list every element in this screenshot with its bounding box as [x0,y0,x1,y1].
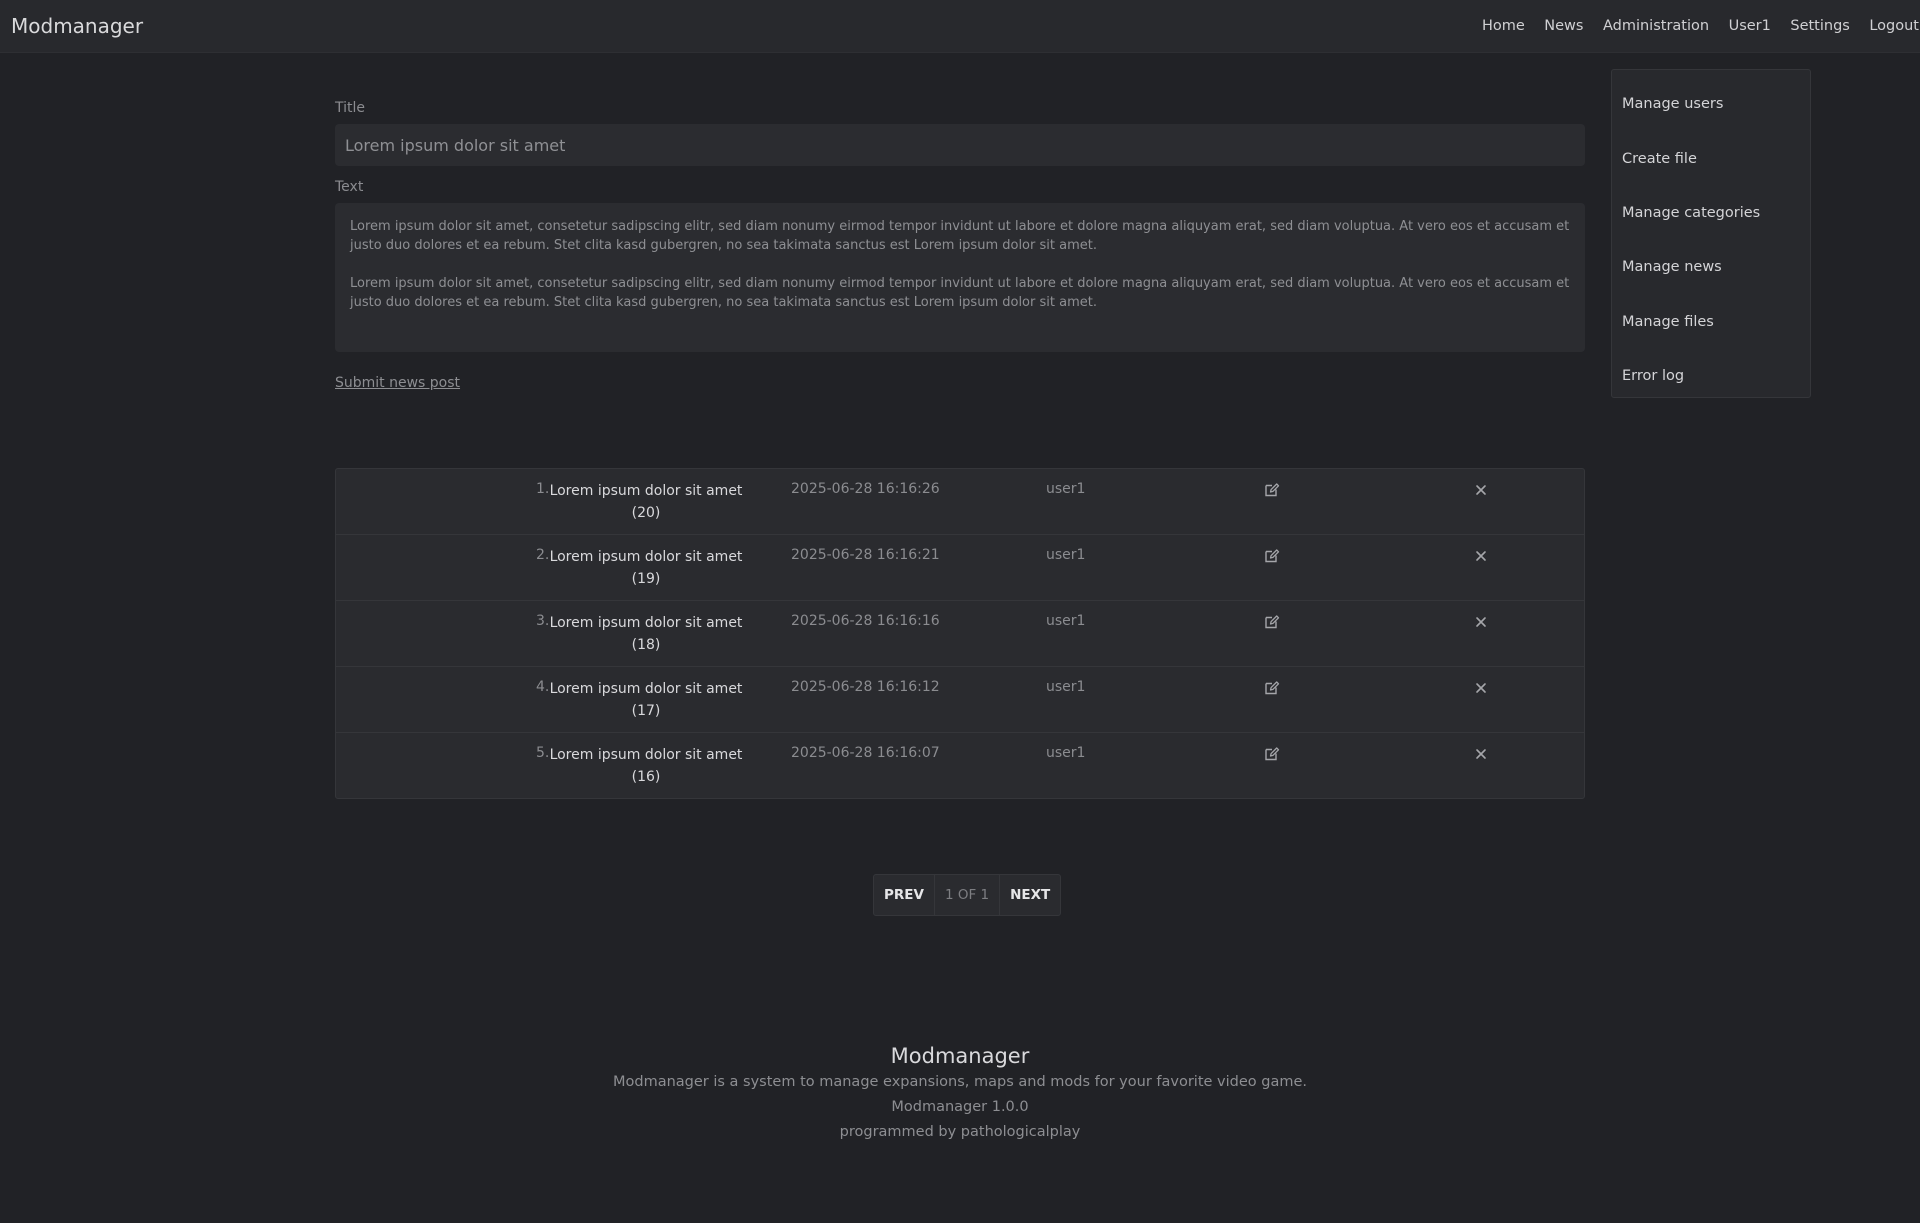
row-title: Lorem ipsum dolor sit amet (17) [541,678,751,722]
page-indicator: 1 OF 1 [933,875,1001,915]
edit-icon[interactable] [1264,548,1280,564]
footer: Modmanager Modmanager is a system to man… [0,1044,1920,1140]
edit-icon[interactable] [1264,746,1280,762]
sidebar-item-create-file[interactable]: Create file [1612,131,1810,185]
footer-description: Modmanager is a system to manage expansi… [612,1074,1307,1090]
pagination: PREV 1 OF 1 NEXT [873,874,1062,916]
table-row: 4. Lorem ipsum dolor sit amet (17) 2025-06-… [336,667,1584,733]
nav-user[interactable]: User1 [1729,18,1771,34]
text-paragraph: Lorem ipsum dolor sit amet, consetetur s… [350,276,1570,310]
news-table: 1. Lorem ipsum dolor sit amet (20) 2025-06-… [335,468,1585,799]
row-title-text: Lorem ipsum dolor sit amet [549,549,743,565]
close-icon[interactable] [1473,482,1489,498]
row-number: 4. [536,679,550,695]
row-title-count: (20) [631,505,661,521]
brand-logo[interactable]: Modmanager [11,14,143,38]
row-user: user1 [1046,679,1086,695]
edit-icon[interactable] [1264,482,1280,498]
admin-sidebar: Manage users Create file Manage categori… [1611,69,1811,398]
edit-icon[interactable] [1264,680,1280,696]
row-title-text: Lorem ipsum dolor sit amet [549,483,743,499]
row-date: 2025-06-28 16:16:21 [791,547,940,563]
row-number: 5. [536,745,550,761]
sidebar-item-manage-news[interactable]: Manage news [1612,240,1810,294]
nav-logout[interactable]: Logout [1869,18,1919,34]
row-number: 3. [536,613,550,629]
row-user: user1 [1046,745,1086,761]
sidebar-item-manage-categories[interactable]: Manage categories [1612,186,1810,240]
top-navbar: Modmanager Home News Administration User… [0,0,1920,53]
text-label: Text [335,179,364,195]
nav-home[interactable]: Home [1482,18,1525,34]
row-title-text: Lorem ipsum dolor sit amet [549,681,743,697]
row-title: Lorem ipsum dolor sit amet (20) [541,480,751,524]
nav-news[interactable]: News [1544,18,1583,34]
row-title-count: (17) [631,703,661,719]
text-textarea[interactable]: Lorem ipsum dolor sit amet, consetetur s… [335,203,1585,352]
row-user: user1 [1046,481,1086,497]
nav-settings[interactable]: Settings [1790,18,1849,34]
row-title-count: (18) [631,637,661,653]
nav-links: Home News Administration User1 Settings … [1462,18,1919,34]
title-label: Title [335,100,366,116]
footer-version: Modmanager 1.0.0 [891,1099,1029,1115]
row-user: user1 [1046,613,1086,629]
row-number: 1. [536,481,550,497]
sidebar-item-manage-files[interactable]: Manage files [1612,295,1810,349]
next-button[interactable]: NEXT [1000,875,1060,915]
sidebar-item-manage-users[interactable]: Manage users [1612,77,1810,131]
row-date: 2025-06-28 16:16:16 [791,613,940,629]
close-icon[interactable] [1473,548,1489,564]
row-title: Lorem ipsum dolor sit amet (19) [541,546,751,590]
row-title-count: (16) [631,769,661,785]
title-input[interactable] [335,124,1585,166]
submit-news-post-link[interactable]: Submit news post [335,375,460,391]
table-row: 3. Lorem ipsum dolor sit amet (18) 2025-06-… [336,601,1584,667]
row-user: user1 [1046,547,1086,563]
row-title: Lorem ipsum dolor sit amet (16) [541,744,751,788]
sidebar-item-error-log[interactable]: Error log [1612,349,1810,403]
row-date: 2025-06-28 16:16:12 [791,679,940,695]
close-icon[interactable] [1473,680,1489,696]
table-row: 2. Lorem ipsum dolor sit amet (19) 2025-06-… [336,535,1584,601]
footer-credit: programmed by pathologicalplay [839,1124,1081,1140]
nav-administration[interactable]: Administration [1603,18,1709,34]
edit-icon[interactable] [1264,614,1280,630]
row-title-count: (19) [631,571,661,587]
row-date: 2025-06-28 16:16:07 [791,745,940,761]
row-number: 2. [536,547,550,563]
row-date: 2025-06-28 16:16:26 [791,481,940,497]
footer-title: Modmanager [890,1044,1030,1068]
row-title-text: Lorem ipsum dolor sit amet [549,615,743,631]
row-title: Lorem ipsum dolor sit amet (18) [541,612,751,656]
text-paragraph: Lorem ipsum dolor sit amet, consetetur s… [350,219,1570,253]
prev-button[interactable]: PREV [874,875,934,915]
table-row: 5. Lorem ipsum dolor sit amet (16) 2025-06-… [336,733,1584,798]
row-title-text: Lorem ipsum dolor sit amet [549,747,743,763]
close-icon[interactable] [1473,614,1489,630]
news-form: Title Text Lorem ipsum dolor sit amet, c… [335,100,1585,391]
table-row: 1. Lorem ipsum dolor sit amet (20) 2025-06-… [336,469,1584,535]
close-icon[interactable] [1473,746,1489,762]
